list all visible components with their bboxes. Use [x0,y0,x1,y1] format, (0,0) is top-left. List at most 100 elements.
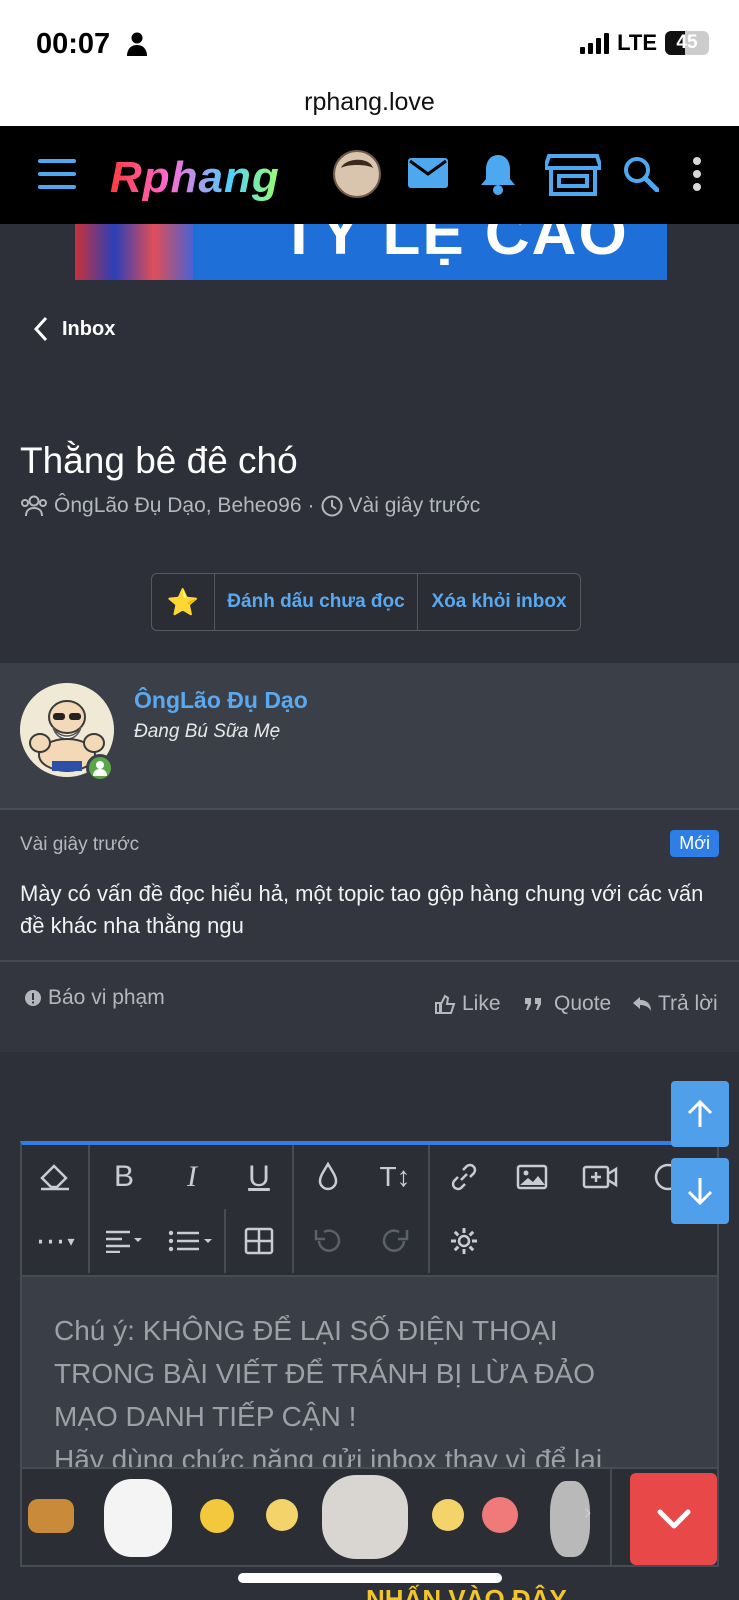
underline-label: U [248,1160,270,1193]
video-button[interactable] [566,1145,634,1209]
dropdown-caret-icon: ▾ [67,1232,75,1249]
emoji-sticker[interactable] [200,1499,234,1533]
new-badge: Mới [670,830,719,857]
video-plus-icon [582,1165,618,1189]
star-button[interactable]: ⭐ [152,574,215,630]
mail-icon[interactable] [407,157,449,189]
user-online-icon [93,761,107,776]
droplet-icon [318,1162,338,1191]
reply-icon [633,997,651,1011]
site-logo[interactable]: Rphang [108,150,290,212]
status-bar: 00:07 LTE 45 [0,0,739,88]
ad-banner[interactable]: TỶ LỆ CAO [75,224,667,280]
like-button[interactable]: Like [434,992,501,1016]
redo-button[interactable] [362,1209,430,1273]
scroll-bottom-button[interactable] [671,1158,729,1224]
italic-button[interactable]: I [158,1145,226,1209]
quote-label: Quote [554,992,612,1015]
post-time[interactable]: Vài giây trước [20,834,139,856]
gear-icon [451,1228,477,1254]
person-icon [127,32,147,56]
font-size-button[interactable]: T↕ [362,1145,430,1209]
reply-textarea[interactable]: Chú ý: KHÔNG ĐỂ LẠI SỐ ĐIỆN THOẠI TRONG … [22,1275,717,1475]
quote-icon [525,998,541,1010]
author-title: Đang Bú Sữa Mẹ [134,721,281,742]
remove-inbox-button[interactable]: Xóa khỏi inbox [418,574,580,630]
like-label: Like [462,992,501,1015]
scroll-top-button[interactable] [671,1081,729,1147]
eraser-button[interactable] [22,1145,90,1209]
align-button[interactable] [90,1209,158,1273]
underline-button[interactable]: U [226,1145,294,1209]
quote-button[interactable]: Quote [524,992,611,1016]
banner-text: TỶ LỆ CAO [280,224,629,268]
banner-graphic [75,224,193,280]
emoji-next-icon[interactable]: › [584,1499,591,1525]
table-button[interactable] [226,1209,294,1273]
undo-icon [314,1229,341,1252]
image-button[interactable] [498,1145,566,1209]
url-text: rphang.love [304,88,435,116]
home-indicator [238,1573,502,1583]
status-time: 00:07 [36,28,111,60]
conversation-time: Vài giây trước [348,494,481,517]
bottom-promo-text[interactable]: NHẤN VÀO ĐÂY [366,1584,567,1600]
conversation-actions: ⭐ Đánh dấu chưa đọc Xóa khỏi inbox [151,573,581,631]
battery-level: 45 [676,32,698,53]
more-label: ⋯ [35,1224,66,1258]
image-icon [516,1164,548,1190]
shop-icon[interactable] [545,152,601,198]
text-color-button[interactable] [294,1145,362,1209]
emoji-sticker[interactable] [482,1497,518,1533]
emoji-sticker[interactable] [322,1475,408,1559]
emoji-sticker[interactable] [266,1499,298,1531]
search-icon[interactable] [623,156,659,192]
link-button[interactable] [430,1145,498,1209]
thumbs-up-icon [435,994,456,1014]
list-icon [168,1230,212,1252]
logo-text: Rphang [110,153,280,202]
users-icon [21,495,47,517]
mark-unread-button[interactable]: Đánh dấu chưa đọc [215,574,418,630]
more-options-button[interactable]: ⋯ ▾ [22,1209,90,1273]
report-label: Báo vi phạm [48,986,165,1009]
conversation-title: Thằng bê đê chó [20,440,298,481]
emoji-sticker[interactable] [104,1479,172,1557]
alert-icon [25,990,41,1006]
placeholder-line: Chú ý: KHÔNG ĐỂ LẠI SỐ ĐIỆN THOẠI [54,1315,558,1346]
emoji-sticker[interactable] [432,1499,464,1531]
avatar-icon[interactable] [333,150,381,198]
signal-icon [580,32,610,54]
clock-icon [321,495,343,517]
logo-graphic: Rphang [110,153,280,202]
arrow-up-icon [687,1099,713,1127]
participants[interactable]: ÔngLão Đụ Dạo, Beheo96 [54,494,302,518]
emoji-bar-divider [610,1469,612,1565]
italic-label: I [187,1160,197,1193]
author-name[interactable]: ÔngLão Đụ Dạo [134,687,308,714]
collapse-button[interactable] [630,1473,717,1565]
emoji-quick-bar: › [22,1467,717,1565]
bell-icon[interactable] [480,153,516,195]
post-body: Vài giây trước Mới Mày có vấn đề đọc hiể… [0,810,739,962]
reply-editor: B I U T↕ ⋯ ▾ Chú ý: KHÔNG ĐỂ LẠI SỐ ĐIỆN… [20,1141,719,1567]
post-actions: Báo vi phạm Like Quote Trả lời [0,962,739,1052]
menu-icon[interactable] [38,159,78,189]
settings-button[interactable] [430,1209,498,1273]
editor-placeholder: Chú ý: KHÔNG ĐỂ LẠI SỐ ĐIỆN THOẠI TRONG … [54,1309,694,1481]
report-button[interactable]: Báo vi phạm [24,986,165,1010]
more-vertical-icon[interactable] [691,156,703,192]
chevron-down-icon [657,1509,690,1529]
meta-separator: · [307,494,315,517]
editor-toolbar-row-1: B I U T↕ [22,1145,717,1209]
emoji-sticker[interactable] [28,1499,74,1533]
editor-toolbar-row-2: ⋯ ▾ [22,1209,717,1273]
table-icon [244,1227,274,1255]
back-to-inbox-link[interactable]: Inbox [34,316,115,342]
undo-button[interactable] [294,1209,362,1273]
list-button[interactable] [158,1209,226,1273]
url-bar[interactable]: rphang.love [0,88,739,126]
bold-button[interactable]: B [90,1145,158,1209]
reply-button[interactable]: Trả lời [632,992,718,1016]
arrow-down-icon [687,1178,713,1206]
